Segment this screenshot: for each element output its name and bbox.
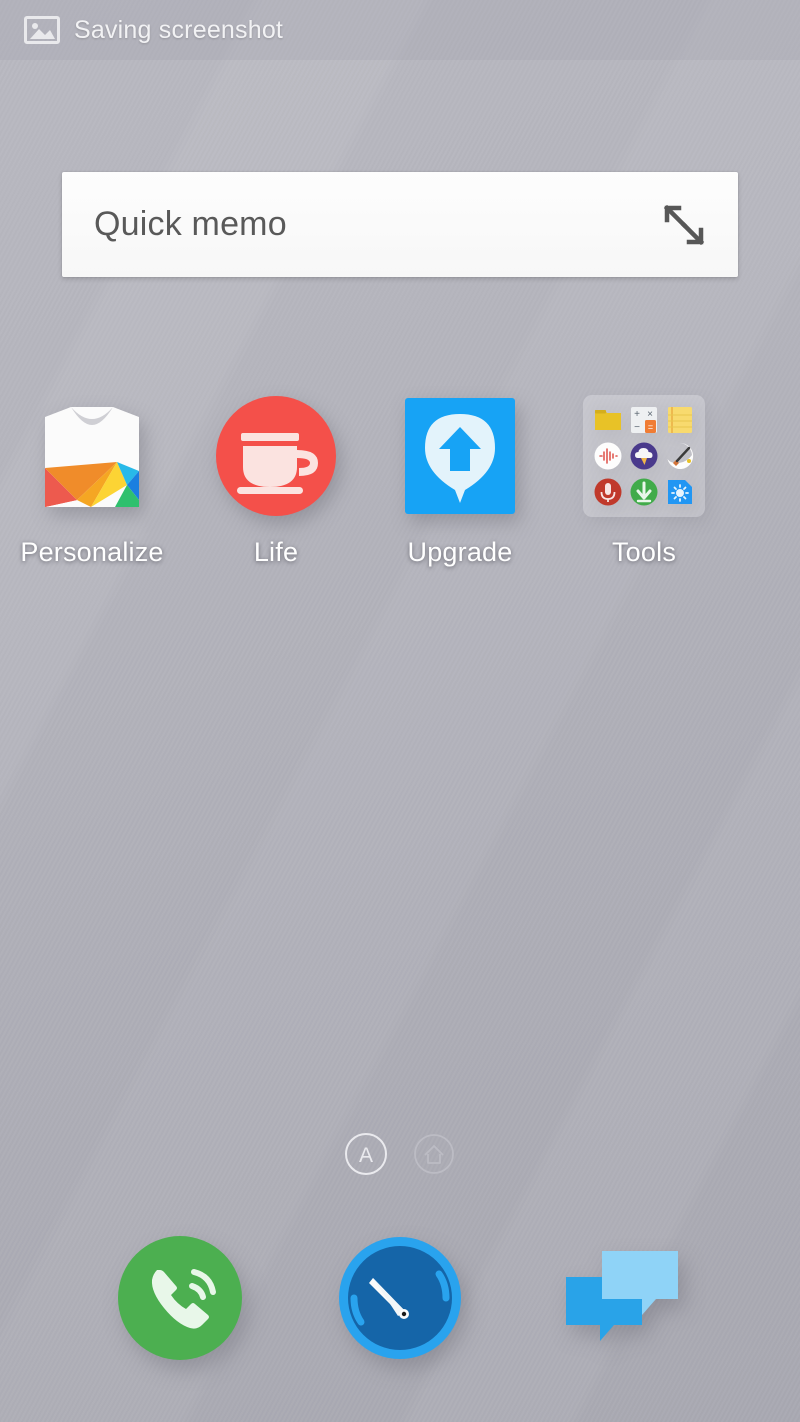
folder-preview-grid: + × − = xyxy=(583,395,705,517)
home-screen: Saving screenshot Quick memo Personalize… xyxy=(0,0,800,1422)
dock-icon-messaging[interactable] xyxy=(556,1234,684,1362)
file-manager-folder-icon xyxy=(592,404,625,437)
expand-diagonal-icon[interactable] xyxy=(658,199,710,251)
notepad-icon xyxy=(663,404,696,437)
quick-memo-widget[interactable]: Quick memo xyxy=(62,172,738,277)
svg-text:A: A xyxy=(359,1144,373,1167)
svg-text:=: = xyxy=(648,422,653,432)
svg-text:−: − xyxy=(634,422,640,433)
brightness-sun-file-icon xyxy=(663,475,696,508)
svg-text:+: + xyxy=(634,409,640,420)
app-icon-upgrade[interactable]: Upgrade xyxy=(368,395,552,568)
app-icon-personalize[interactable]: Personalize xyxy=(0,395,184,568)
sound-recorder-waveform-icon xyxy=(592,440,625,473)
app-label-life: Life xyxy=(253,537,299,567)
status-bar-text: Saving screenshot xyxy=(74,15,284,44)
folder-tools[interactable]: + × − = Tools xyxy=(552,395,736,568)
page-indicator: A xyxy=(0,1131,800,1177)
coffee-cup-icon xyxy=(215,395,337,517)
paintbrush-icon xyxy=(663,440,696,473)
app-label-tools: Tools xyxy=(611,537,677,567)
letter-a-circle-icon[interactable]: A xyxy=(343,1131,389,1177)
dock-icon-browser[interactable] xyxy=(336,1234,464,1362)
app-label-upgrade: Upgrade xyxy=(407,537,513,567)
svg-text:×: × xyxy=(647,409,653,420)
quick-memo-label: Quick memo xyxy=(94,205,287,243)
app-label-personalize: Personalize xyxy=(20,537,164,567)
folder-preview-icon: + × − = xyxy=(583,395,705,517)
home-circle-icon[interactable] xyxy=(411,1131,457,1177)
tshirt-icon xyxy=(31,395,153,517)
messaging-bubbles-icon xyxy=(566,1251,678,1341)
phone-icon xyxy=(118,1236,242,1360)
app-grid: Personalize Life Upgrade + × − = Tools xyxy=(0,395,800,568)
dock xyxy=(0,1234,800,1362)
app-icon-life[interactable]: Life xyxy=(184,395,368,568)
weather-cloud-icon xyxy=(628,440,661,473)
voice-microphone-icon xyxy=(592,475,625,508)
upgrade-arrow-pin-icon xyxy=(399,395,521,517)
browser-compass-icon xyxy=(339,1237,461,1359)
status-bar: Saving screenshot xyxy=(0,0,800,60)
calculator-icon: + × − = xyxy=(628,404,661,437)
download-arrow-icon xyxy=(628,475,661,508)
dock-icon-phone[interactable] xyxy=(116,1234,244,1362)
image-icon xyxy=(24,15,60,45)
